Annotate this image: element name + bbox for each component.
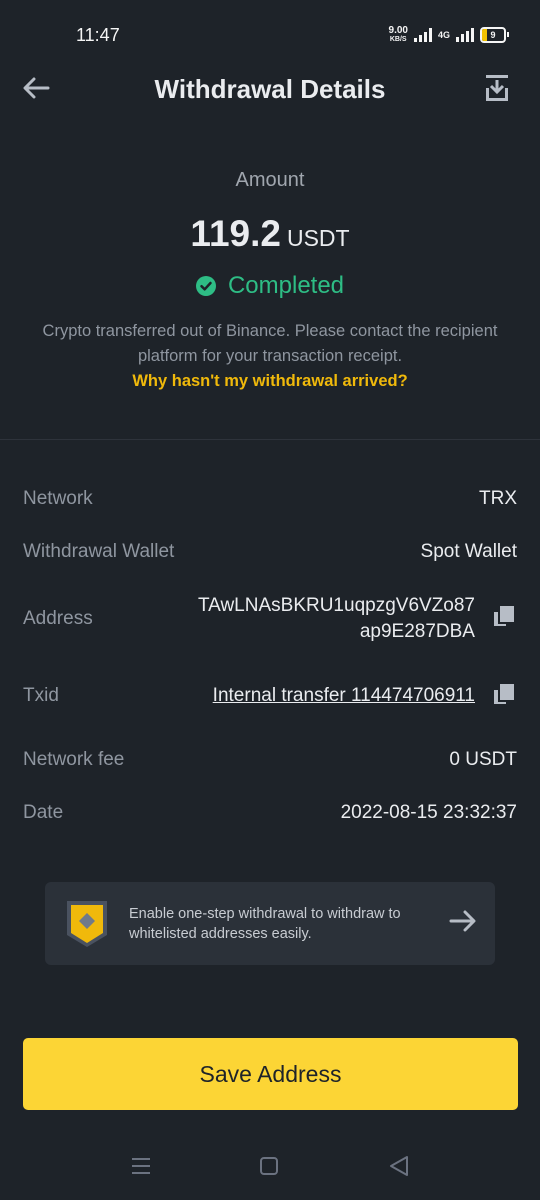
save-address-button[interactable]: Save Address (23, 1038, 518, 1110)
one-step-withdrawal-banner[interactable]: Enable one-step withdrawal to withdraw t… (45, 882, 495, 965)
address-value: TAwLNAsBKRU1uqpzgV6VZo87 ap9E287DBA (198, 593, 475, 645)
txid-label: Txid (23, 685, 59, 706)
cell-signal-icon (456, 28, 474, 42)
page-title: Withdrawal Details (154, 74, 386, 104)
arrow-right-icon[interactable] (449, 910, 477, 932)
fee-value: 0 USDT (449, 749, 517, 770)
wifi-signal-icon (413, 28, 432, 42)
copy-address-icon[interactable] (492, 604, 516, 628)
network-value: TRX (479, 488, 517, 509)
status-indicators: 9.00 KB/S 4G 9 (389, 24, 509, 46)
copy-txid-icon[interactable] (492, 682, 516, 706)
amount: 119.2 USDT (0, 213, 540, 255)
status-badge: Completed (0, 272, 540, 300)
address-line-2: ap9E287DBA (359, 621, 475, 642)
network-label: Network (23, 488, 93, 509)
wallet-label: Withdrawal Wallet (23, 541, 175, 562)
amount-unit: USDT (286, 225, 350, 251)
recent-apps-icon[interactable] (131, 1156, 151, 1176)
address-label: Address (23, 608, 93, 629)
check-circle-icon (195, 276, 216, 296)
download-receipt-button[interactable] (480, 70, 514, 106)
home-icon[interactable] (259, 1156, 279, 1176)
txid-link[interactable]: Internal transfer 114474706911 (213, 685, 475, 707)
transfer-note: Crypto transferred out of Binance. Pleas… (42, 322, 498, 365)
battery-icon: 9 (480, 27, 509, 43)
battery-level: 9 (490, 30, 496, 40)
status-text: Completed (227, 272, 345, 299)
amount-value: 119.2 (190, 213, 281, 254)
fee-label: Network fee (23, 749, 125, 770)
amount-label: Amount (235, 169, 305, 191)
divider (0, 439, 540, 440)
status-time: 11:47 (76, 25, 120, 45)
promo-text: Enable one-step withdrawal to withdraw t… (129, 906, 401, 942)
address-line-1: TAwLNAsBKRU1uqpzgV6VZo87 (197, 595, 475, 616)
network-speed: 9.00 KB/S (389, 26, 408, 44)
network-type: 4G (437, 30, 450, 40)
speed-unit: KB/S (389, 36, 407, 43)
withdrawal-help-link[interactable]: Why hasn't my withdrawal arrived? (0, 372, 540, 391)
shield-icon (67, 901, 107, 947)
back-triangle-icon[interactable] (388, 1155, 410, 1177)
download-icon (486, 75, 508, 101)
date-label: Date (23, 802, 64, 823)
wallet-value: Spot Wallet (420, 541, 517, 562)
date-value: 2022-08-15 23:32:37 (340, 802, 517, 823)
